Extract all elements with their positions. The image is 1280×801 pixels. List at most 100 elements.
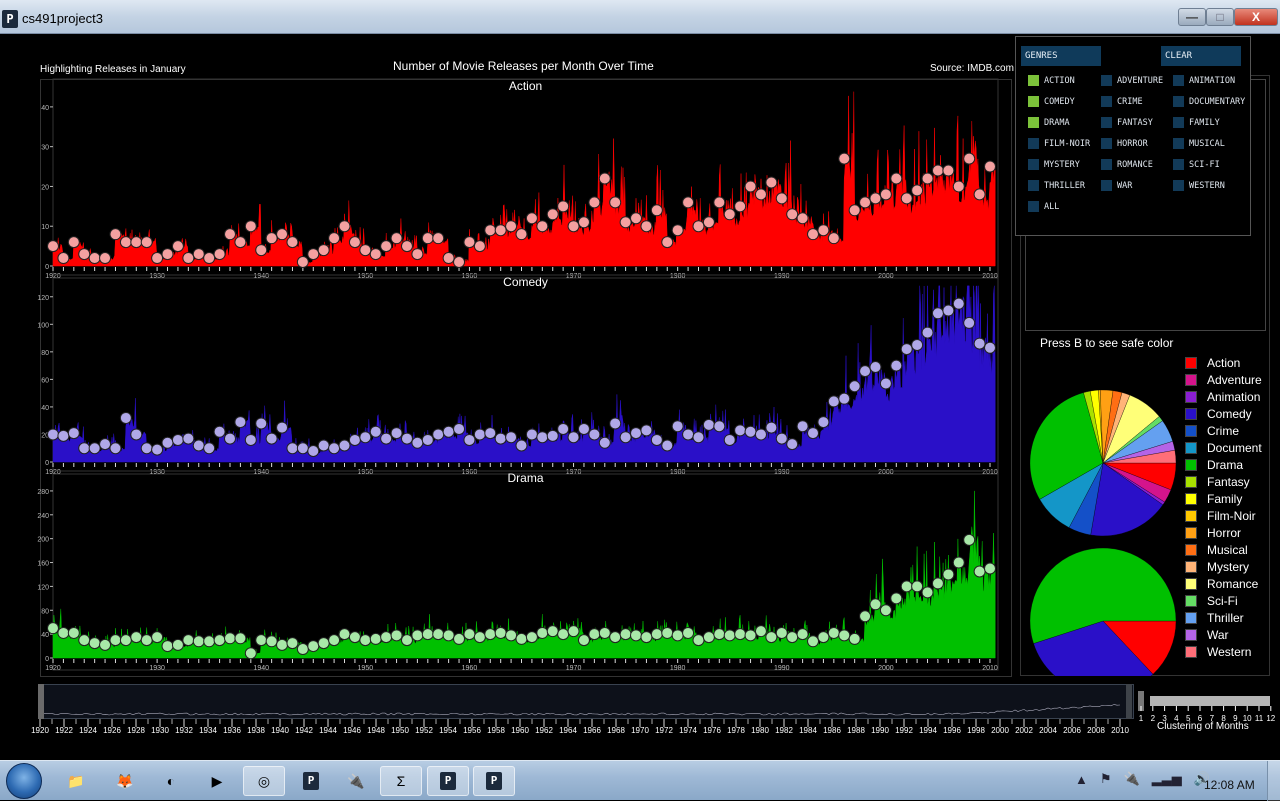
timeline-year-label: 1956 [463, 726, 481, 734]
network-tool-icon[interactable]: 🔌 [335, 766, 377, 796]
january-marker [984, 562, 996, 575]
genre-label: MUSICAL [1189, 138, 1225, 149]
checkbox-square[interactable] [1028, 96, 1039, 107]
genre-checkbox-animation[interactable]: ANIMATION [1173, 75, 1235, 86]
legend-swatch [1185, 424, 1197, 437]
january-marker [130, 631, 143, 644]
explorer-icon[interactable]: 📁 [55, 766, 97, 796]
show-hidden-icons-icon[interactable]: ▲ [1075, 772, 1088, 787]
checkbox-square[interactable] [1028, 201, 1039, 212]
january-marker [286, 637, 299, 650]
january-marker [505, 629, 518, 642]
checkbox-square[interactable] [1028, 138, 1039, 149]
genre-checkbox-all[interactable]: ALL [1028, 201, 1059, 212]
media-player-icon[interactable]: ▶ [196, 766, 238, 796]
clustering-slider-track[interactable] [1150, 696, 1270, 706]
genre-checkbox-western[interactable]: WESTERN [1173, 180, 1225, 191]
close-button[interactable]: X [1234, 8, 1278, 26]
checkbox-square[interactable] [1101, 159, 1112, 170]
power-icon[interactable]: 🔌 [1124, 771, 1140, 787]
checkbox-square[interactable] [1028, 180, 1039, 191]
legend-label: Romance [1207, 576, 1259, 591]
powershell-icon[interactable]: Σ [380, 766, 422, 796]
minimize-button[interactable]: — [1178, 8, 1206, 26]
january-marker [484, 427, 497, 440]
january-marker [400, 432, 413, 445]
checkbox-square[interactable] [1101, 138, 1112, 149]
genre-checkbox-comedy[interactable]: COMEDY [1028, 96, 1075, 107]
processing-icon[interactable]: P [427, 766, 469, 796]
start-button[interactable] [6, 763, 42, 799]
legend-swatch [1185, 390, 1197, 403]
y-tick-label: 240 [37, 513, 49, 520]
genre-checkbox-romance[interactable]: ROMANCE [1101, 159, 1153, 170]
chrome-icon[interactable]: ◎ [243, 766, 285, 796]
processing-icon[interactable]: P [473, 766, 515, 796]
checkbox-square[interactable] [1173, 180, 1184, 191]
processing-icon[interactable]: P [290, 766, 332, 796]
genre-checkbox-thriller[interactable]: THRILLER [1028, 180, 1085, 191]
january-marker [984, 160, 996, 173]
genre-checkbox-action[interactable]: ACTION [1028, 75, 1075, 86]
genre-checkbox-war[interactable]: WAR [1101, 180, 1132, 191]
legend-label: Drama [1207, 457, 1244, 472]
january-marker [88, 442, 101, 455]
clear-button[interactable]: CLEAR [1161, 46, 1241, 66]
checkbox-square[interactable] [1101, 117, 1112, 128]
january-marker [577, 216, 590, 229]
network-signal-icon[interactable]: ▂▃▅ [1152, 771, 1182, 787]
genre-checkbox-crime[interactable]: CRIME [1101, 96, 1143, 107]
january-marker [723, 433, 736, 446]
checkbox-square[interactable] [1028, 75, 1039, 86]
genre-checkbox-sci-fi[interactable]: SCI-FI [1173, 159, 1220, 170]
y-tick-label: 40 [41, 105, 49, 112]
eclipse-icon[interactable]: ◐ [150, 766, 192, 796]
january-marker [827, 626, 840, 639]
checkbox-square[interactable] [1101, 180, 1112, 191]
firefox-icon[interactable]: 🦊 [104, 766, 146, 796]
genre-checkbox-mystery[interactable]: MYSTERY [1028, 159, 1080, 170]
checkbox-square[interactable] [1101, 75, 1112, 86]
timeline-year-label: 1978 [727, 726, 745, 734]
checkbox-square[interactable] [1028, 159, 1039, 170]
genre-checkbox-horror[interactable]: HORROR [1101, 138, 1148, 149]
checkbox-square[interactable] [1173, 159, 1184, 170]
january-marker [807, 635, 820, 648]
january-marker [713, 420, 726, 433]
checkbox-square[interactable] [1173, 117, 1184, 128]
genres-button[interactable]: GENRES [1021, 46, 1101, 66]
january-marker [494, 626, 507, 639]
timeline-start-handle[interactable] [38, 684, 44, 719]
genre-checkbox-documentary[interactable]: DOCUMENTARY [1173, 96, 1245, 107]
january-marker [536, 626, 549, 639]
timeline-year-label: 1986 [823, 726, 841, 734]
x-tick-label: 1990 [774, 273, 790, 280]
checkbox-square[interactable] [1173, 96, 1184, 107]
maximize-button[interactable]: □ [1206, 8, 1234, 26]
january-marker [869, 598, 882, 611]
genre-label: MYSTERY [1044, 159, 1080, 170]
january-marker [213, 634, 226, 647]
genre-checkbox-film-noir[interactable]: FILM-NOIR [1028, 138, 1090, 149]
action-center-flag-icon[interactable]: ⚑ [1100, 771, 1112, 787]
genre-checkbox-adventure[interactable]: ADVENTURE [1101, 75, 1163, 86]
checkbox-square[interactable] [1028, 117, 1039, 128]
january-marker [640, 220, 653, 233]
genre-checkbox-fantasy[interactable]: FANTASY [1101, 117, 1153, 128]
january-marker [453, 422, 466, 435]
x-tick-label: 1930 [149, 665, 165, 672]
genre-checkbox-drama[interactable]: DRAMA [1028, 117, 1070, 128]
checkbox-square[interactable] [1101, 96, 1112, 107]
january-marker [359, 634, 372, 647]
checkbox-square[interactable] [1173, 138, 1184, 149]
genre-checkbox-musical[interactable]: MUSICAL [1173, 138, 1225, 149]
x-tick-label: 2010 [982, 665, 998, 672]
checkbox-square[interactable] [1173, 75, 1184, 86]
january-marker [171, 433, 184, 446]
genre-checkbox-family[interactable]: FAMILY [1173, 117, 1220, 128]
taskbar-clock[interactable]: 12:08 AM [1204, 778, 1255, 792]
january-marker [99, 638, 112, 651]
timeline-end-handle[interactable] [1126, 684, 1132, 719]
show-desktop-button[interactable] [1267, 761, 1280, 801]
genre-label: ANIMATION [1189, 75, 1236, 86]
